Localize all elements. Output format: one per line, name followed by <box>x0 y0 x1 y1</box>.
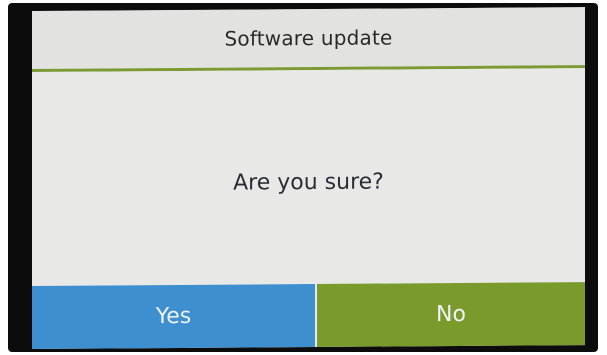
yes-button-label: Yes <box>155 303 192 330</box>
confirmation-message: Are you sure? <box>233 169 384 196</box>
dialog-body: Are you sure? <box>32 68 585 286</box>
no-button-label: No <box>436 301 466 328</box>
device-photo: Software update Are you sure? Yes No <box>0 0 607 355</box>
dialog-buttons: Yes No <box>32 282 585 349</box>
dialog-title: Software update <box>224 25 393 51</box>
yes-button[interactable]: Yes <box>32 284 315 349</box>
dialog-header: Software update <box>32 7 585 73</box>
touch-screen: Software update Are you sure? Yes No <box>32 7 585 349</box>
no-button[interactable]: No <box>314 282 585 348</box>
